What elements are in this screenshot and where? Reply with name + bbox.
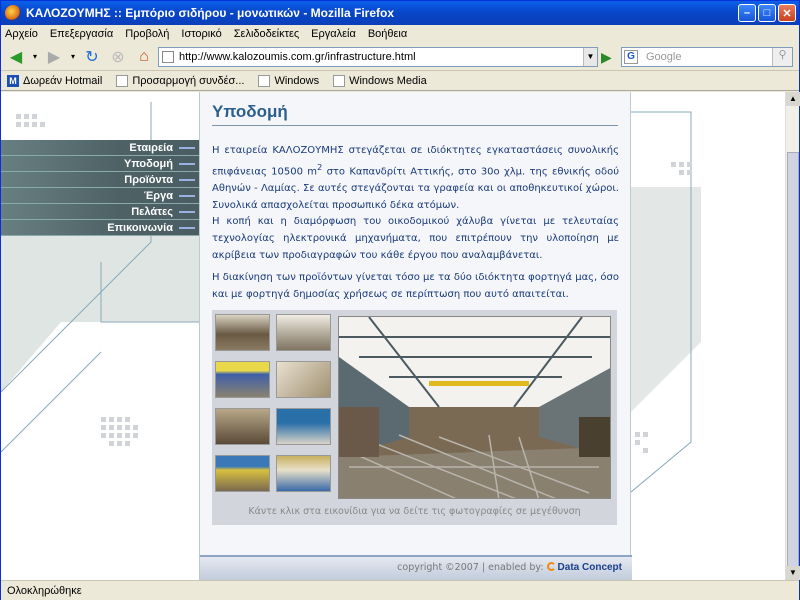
nav-clients[interactable]: Πελάτες <box>1 204 199 220</box>
status-bar: Ολοκληρώθηκε <box>1 580 799 600</box>
search-icon[interactable]: ⚲ <box>772 48 792 66</box>
bookmark-label: Windows Media <box>349 74 427 87</box>
menu-help[interactable]: Βοήθεια <box>368 28 407 40</box>
stop-icon[interactable]: ⊗ <box>107 46 129 68</box>
browser-window: ΚΑΛΟΖΟΥΜΗΣ :: Εμπόριο σιδήρου - μονωτικώ… <box>0 0 800 600</box>
page-title: Υποδομή <box>212 102 288 121</box>
scroll-thumb[interactable] <box>787 152 799 572</box>
scroll-up-icon[interactable]: ▲ <box>786 92 800 106</box>
featured-photo[interactable] <box>338 316 611 499</box>
address-bar[interactable]: http://www.kalozoumis.com.gr/infrastruct… <box>158 47 598 67</box>
search-box[interactable]: G Google ⚲ <box>621 47 793 67</box>
google-icon[interactable]: G <box>624 50 638 64</box>
navigation-toolbar: ◀ ▾ ▶ ▾ ↻ ⊗ ⌂ http://www.kalozoumis.com.… <box>1 43 799 71</box>
gallery-thumbnail[interactable] <box>215 455 270 492</box>
bookmark-windows-media[interactable]: Windows Media <box>333 74 427 87</box>
search-placeholder: Google <box>646 51 682 63</box>
menu-bar: Αρχείο Επεξεργασία Προβολή Ιστορικό Σελι… <box>1 25 799 43</box>
menu-tools[interactable]: Εργαλεία <box>311 28 356 40</box>
vertical-scrollbar[interactable]: ▲ ▼ <box>785 92 800 580</box>
page-footer: copyright ©2007 | enabled by: Data Conce… <box>200 555 632 580</box>
gallery-thumbnail[interactable] <box>276 455 331 492</box>
data-concept-logo[interactable]: Data Concept <box>546 562 622 573</box>
nav-projects[interactable]: Έργα <box>1 188 199 204</box>
page-icon <box>116 74 129 87</box>
forward-icon[interactable]: ▶ <box>43 46 65 68</box>
page-viewport: Εταιρεία Υποδομή Προϊόντα Έργα Πελάτες Ε… <box>1 92 785 580</box>
gallery-thumbnail[interactable] <box>215 408 270 445</box>
page-icon <box>162 51 174 63</box>
minimize-button[interactable]: – <box>738 4 756 22</box>
page-icon <box>333 74 346 87</box>
bookmarks-toolbar: M Δωρεάν Hotmail Προσαρμογή συνδέσ... Win… <box>1 71 799 91</box>
msn-icon: M <box>7 74 19 87</box>
warehouse-photo <box>339 317 610 498</box>
nav-infrastructure[interactable]: Υποδομή <box>1 156 199 172</box>
maximize-button[interactable]: □ <box>758 4 776 22</box>
forward-dropdown-icon[interactable]: ▾ <box>69 46 77 68</box>
address-dropdown-icon[interactable]: ▼ <box>583 48 597 66</box>
page-icon <box>258 74 271 87</box>
intro-paragraph: Η εταιρεία ΚΑΛΟΖΟΥΜΗΣ στεγάζεται σε ιδιό… <box>212 142 619 214</box>
data-concept-icon <box>546 562 556 571</box>
scroll-down-icon[interactable]: ▼ <box>786 566 800 580</box>
gallery-thumbnail[interactable] <box>215 314 270 351</box>
reload-icon[interactable]: ↻ <box>81 46 103 68</box>
bookmark-windows[interactable]: Windows <box>258 74 320 87</box>
gallery-thumbnail[interactable] <box>215 361 270 398</box>
go-icon[interactable]: ▶ <box>601 49 617 65</box>
gallery-thumbnail[interactable] <box>276 361 331 398</box>
menu-history[interactable]: Ιστορικό <box>181 28 221 40</box>
technology-paragraph: Η κοπή και η διαμόρφωση του οικοδομικού … <box>212 216 619 261</box>
title-divider <box>212 125 618 126</box>
bookmark-label: Δωρεάν Hotmail <box>23 74 103 87</box>
main-content: Υποδομή Η εταιρεία ΚΑΛΟΖΟΥΜΗΣ στεγάζεται… <box>199 92 632 580</box>
gallery-thumbnail[interactable] <box>276 408 331 445</box>
photo-gallery: Κάντε κλικ στα εικονίδια για να δείτε τι… <box>212 310 617 525</box>
transport-paragraph: Η διακίνηση των προϊόντων γίνεται τόσο μ… <box>212 272 619 300</box>
nav-company[interactable]: Εταιρεία <box>1 140 199 156</box>
nav-products[interactable]: Προϊόντα <box>1 172 199 188</box>
copyright-text: copyright ©2007 | enabled by: <box>397 562 547 573</box>
back-icon[interactable]: ◀ <box>5 46 27 68</box>
bookmark-hotmail[interactable]: M Δωρεάν Hotmail <box>7 74 103 87</box>
address-url: http://www.kalozoumis.com.gr/infrastruct… <box>179 51 416 63</box>
nav-contact[interactable]: Επικοινωνία <box>1 220 199 236</box>
gallery-thumbnail[interactable] <box>276 314 331 351</box>
menu-view[interactable]: Προβολή <box>125 28 169 40</box>
firefox-icon <box>5 5 21 21</box>
data-concept-label: Data Concept <box>557 562 622 573</box>
bookmark-label: Windows <box>274 74 320 87</box>
home-icon[interactable]: ⌂ <box>133 46 155 68</box>
menu-bookmarks[interactable]: Σελιδοδείκτες <box>234 28 299 40</box>
menu-edit[interactable]: Επεξεργασία <box>50 28 113 40</box>
site-navigation: Εταιρεία Υποδομή Προϊόντα Έργα Πελάτες Ε… <box>1 140 199 236</box>
back-dropdown-icon[interactable]: ▾ <box>31 46 39 68</box>
gallery-caption: Κάντε κλικ στα εικονίδια για να δείτε τι… <box>248 506 581 517</box>
title-bar: ΚΑΛΟΖΟΥΜΗΣ :: Εμπόριο σιδήρου - μονωτικώ… <box>1 1 799 25</box>
menu-file[interactable]: Αρχείο <box>5 28 38 40</box>
window-title: ΚΑΛΟΖΟΥΜΗΣ :: Εμπόριο σιδήρου - μονωτικώ… <box>26 6 394 20</box>
bookmark-customize[interactable]: Προσαρμογή συνδέσ... <box>116 74 245 87</box>
status-text: Ολοκληρώθηκε <box>7 584 82 597</box>
bookmark-label: Προσαρμογή συνδέσ... <box>132 74 245 87</box>
close-button[interactable]: ✕ <box>778 4 796 22</box>
